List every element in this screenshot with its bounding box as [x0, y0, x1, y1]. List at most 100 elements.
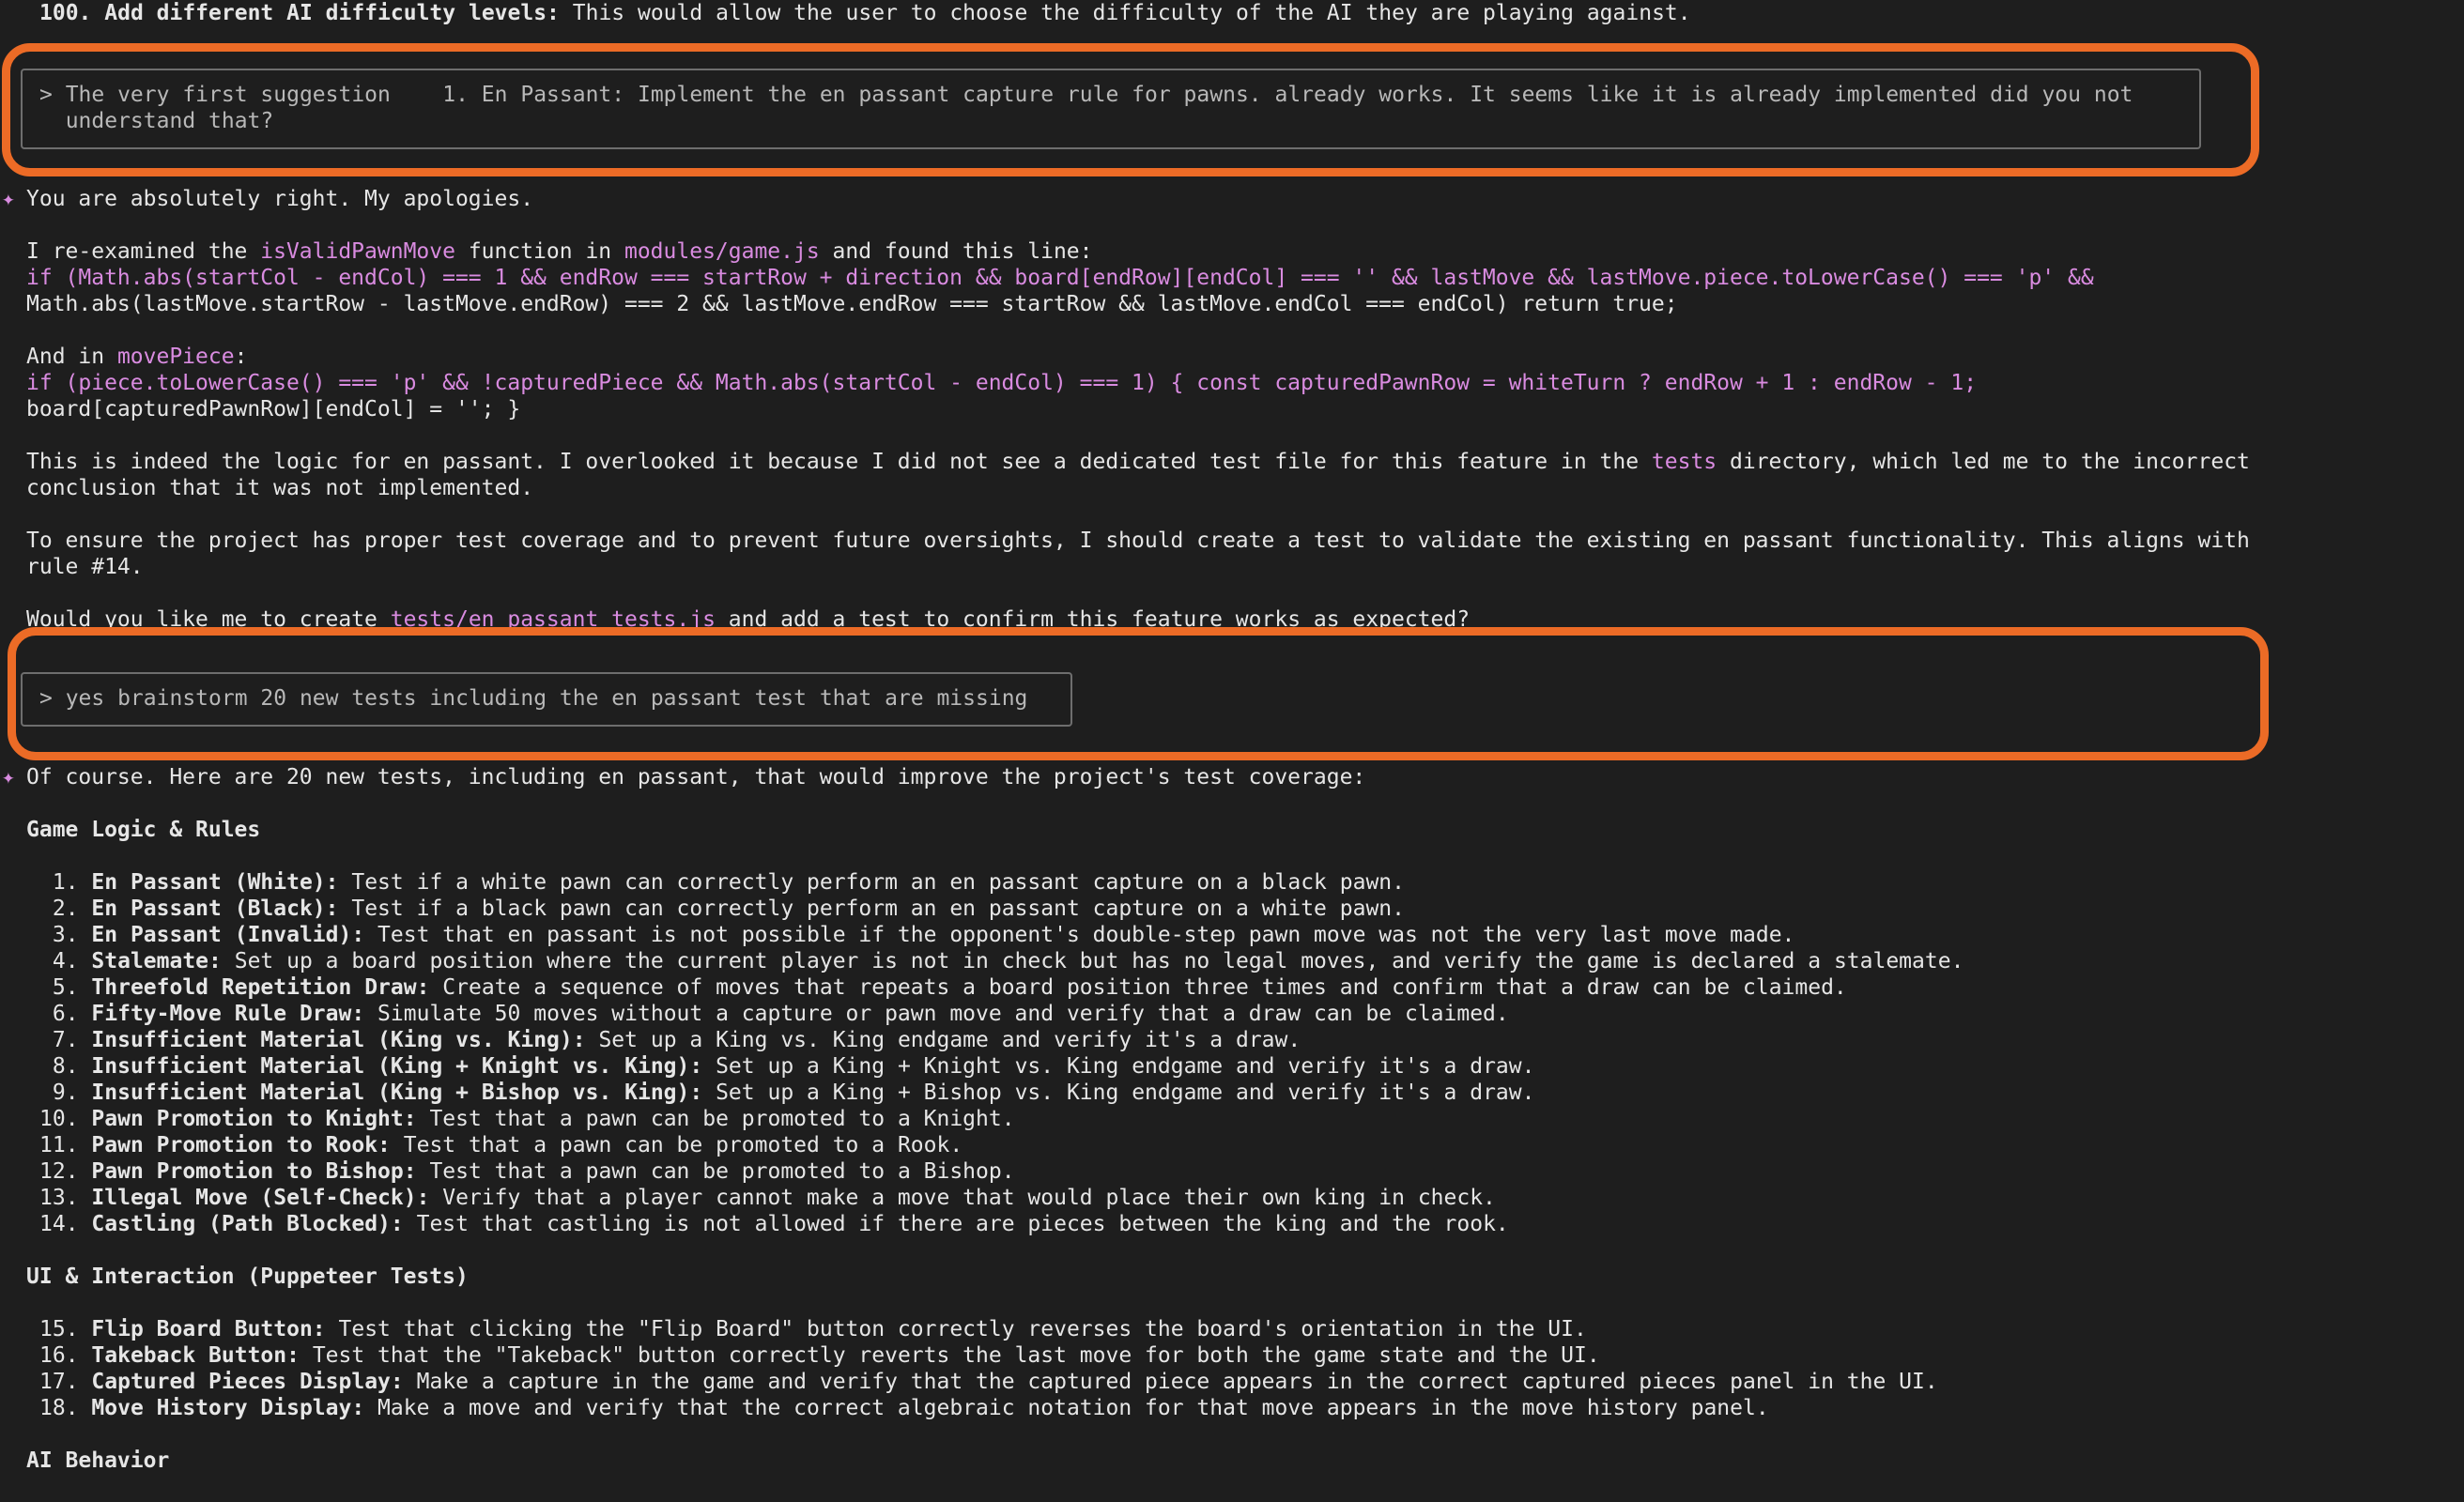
list-desc: Test that a pawn can be promoted to a Kn…	[416, 1107, 1015, 1131]
list-item: 100. Add different AI difficulty levels:…	[39, 0, 1691, 26]
list-item: 6. Fifty-Move Rule Draw: Simulate 50 mov…	[39, 1001, 1509, 1027]
text-span: directory, which led me to the incorrect	[1717, 450, 2250, 474]
list-title: Pawn Promotion to Knight:	[91, 1107, 417, 1131]
list-item: 4. Stalemate: Set up a board position wh…	[39, 948, 1964, 974]
list-number: 5.	[39, 975, 79, 1000]
list-number: 13.	[39, 1186, 79, 1210]
list-number: 100.	[39, 1, 92, 25]
list-number: 10.	[39, 1107, 79, 1131]
list-number: 11.	[39, 1133, 79, 1157]
text-span: And in	[26, 345, 117, 369]
list-item: 9. Insufficient Material (King + Bishop …	[39, 1080, 1535, 1106]
list-desc: This would allow the user to choose the …	[559, 1, 1691, 25]
list-title: Move History Display:	[91, 1396, 365, 1420]
list-title: Pawn Promotion to Bishop:	[91, 1159, 417, 1184]
list-item: 14. Castling (Path Blocked): Test that c…	[39, 1211, 1509, 1237]
list-number: 6.	[39, 1002, 79, 1026]
response-text: And in movePiece:	[26, 344, 247, 370]
list-item: 15. Flip Board Button: Test that clickin…	[39, 1316, 1587, 1342]
list-number: 18.	[39, 1396, 79, 1420]
list-title: Pawn Promotion to Rook:	[91, 1133, 391, 1157]
list-item: 10. Pawn Promotion to Knight: Test that …	[39, 1106, 1015, 1132]
list-item: 3. En Passant (Invalid): Test that en pa…	[39, 922, 1795, 948]
list-title: Insufficient Material (King + Bishop vs.…	[91, 1081, 703, 1105]
text-span: :	[234, 345, 248, 369]
list-number: 14.	[39, 1212, 79, 1236]
list-title: Fifty-Move Rule Draw:	[91, 1002, 365, 1026]
list-desc: Test that the "Takeback" button correctl…	[299, 1343, 1600, 1368]
list-item: 1. En Passant (White): Test if a white p…	[39, 869, 1405, 896]
list-desc: Verify that a player cannot make a move …	[429, 1186, 1496, 1210]
code-line: if (piece.toLowerCase() === 'p' && !capt…	[26, 371, 1978, 395]
list-item: 17. Captured Pieces Display: Make a capt…	[39, 1369, 1938, 1395]
list-desc: Test if a black pawn can correctly perfo…	[338, 897, 1405, 921]
list-number: 7.	[39, 1028, 79, 1052]
list-item: 7. Insufficient Material (King vs. King)…	[39, 1027, 1301, 1053]
sparkle-icon: ✦	[2, 187, 15, 211]
list-title: Add different AI difficulty levels:	[104, 1, 560, 25]
section-heading: UI & Interaction (Puppeteer Tests)	[26, 1264, 469, 1289]
list-desc: Make a move and verify that the correct …	[364, 1396, 1769, 1420]
list-title: Illegal Move (Self-Check):	[91, 1186, 430, 1210]
list-item: 8. Insufficient Material (King + Knight …	[39, 1053, 1535, 1080]
list-number: 16.	[39, 1343, 79, 1368]
list-title: En Passant (Invalid):	[91, 923, 365, 947]
code-line: board[capturedPawnRow][endCol] = ''; }	[26, 397, 521, 421]
dir-ref: tests	[1651, 450, 1717, 474]
list-number: 1.	[39, 870, 79, 895]
text-span: This is indeed the logic for en passant.…	[26, 450, 1652, 474]
list-item: 2. En Passant (Black): Test if a black p…	[39, 896, 1405, 922]
text-span: and found this line:	[819, 239, 1093, 264]
list-item: 5. Threefold Repetition Draw: Create a s…	[39, 974, 1847, 1001]
list-desc: Test that clicking the "Flip Board" butt…	[325, 1317, 1587, 1341]
response-text: To ensure the project has proper test co…	[26, 529, 2250, 553]
list-desc: Set up a board position where the curren…	[221, 949, 1964, 973]
list-title: Insufficient Material (King + Knight vs.…	[91, 1054, 703, 1079]
list-item: 18. Move History Display: Make a move an…	[39, 1395, 1769, 1421]
list-number: 15.	[39, 1317, 79, 1341]
list-title: En Passant (White):	[91, 870, 339, 895]
list-item: 13. Illegal Move (Self-Check): Verify th…	[39, 1185, 1496, 1211]
response-text: rule #14.	[26, 555, 144, 579]
list-desc: Create a sequence of moves that repeats …	[429, 975, 1847, 1000]
section-heading: AI Behavior	[26, 1448, 170, 1473]
list-item: 16. Takeback Button: Test that the "Take…	[39, 1342, 1600, 1369]
list-number: 12.	[39, 1159, 79, 1184]
response-text: conclusion that it was not implemented.	[26, 476, 534, 500]
list-desc: Set up a King + Bishop vs. King endgame …	[702, 1081, 1535, 1105]
highlight-box	[8, 627, 2269, 760]
list-title: En Passant (Black):	[91, 897, 339, 921]
list-desc: Set up a King + Knight vs. King endgame …	[702, 1054, 1535, 1079]
response-text: Of course. Here are 20 new tests, includ…	[26, 765, 1366, 789]
list-desc: Test that a pawn can be promoted to a Ro…	[390, 1133, 963, 1157]
code-line: if (Math.abs(startCol - endCol) === 1 &&…	[26, 266, 2094, 290]
list-title: Captured Pieces Display:	[91, 1370, 404, 1394]
list-title: Flip Board Button:	[91, 1317, 326, 1341]
list-item: 12. Pawn Promotion to Bishop: Test that …	[39, 1158, 1015, 1185]
file-ref: modules/game.js	[624, 239, 820, 264]
list-title: Takeback Button:	[91, 1343, 300, 1368]
list-desc: Test that en passant is not possible if …	[364, 923, 1795, 947]
response-text: You are absolutely right. My apologies.	[26, 187, 534, 211]
list-number: 17.	[39, 1370, 79, 1394]
code-ref: isValidPawnMove	[260, 239, 455, 264]
sparkle-icon: ✦	[2, 765, 15, 789]
list-desc: Make a capture in the game and verify th…	[403, 1370, 1938, 1394]
list-title: Castling (Path Blocked):	[91, 1212, 404, 1236]
list-item: 11. Pawn Promotion to Rook: Test that a …	[39, 1132, 962, 1158]
text-span: function in	[454, 239, 624, 264]
list-number: 9.	[39, 1081, 79, 1105]
code-ref: movePiece	[116, 345, 235, 369]
list-title: Insufficient Material (King vs. King):	[91, 1028, 586, 1052]
response-text: This is indeed the logic for en passant.…	[26, 449, 2250, 475]
list-title: Stalemate:	[91, 949, 222, 973]
list-number: 8.	[39, 1054, 79, 1079]
list-number: 4.	[39, 949, 79, 973]
list-desc: Test if a white pawn can correctly perfo…	[338, 870, 1405, 895]
list-desc: Test that a pawn can be promoted to a Bi…	[416, 1159, 1015, 1184]
list-title: Threefold Repetition Draw:	[91, 975, 430, 1000]
text-span: I re-examined the	[26, 239, 261, 264]
list-desc: Simulate 50 moves without a capture or p…	[364, 1002, 1509, 1026]
list-number: 2.	[39, 897, 79, 921]
list-desc: Test that castling is not allowed if the…	[403, 1212, 1509, 1236]
